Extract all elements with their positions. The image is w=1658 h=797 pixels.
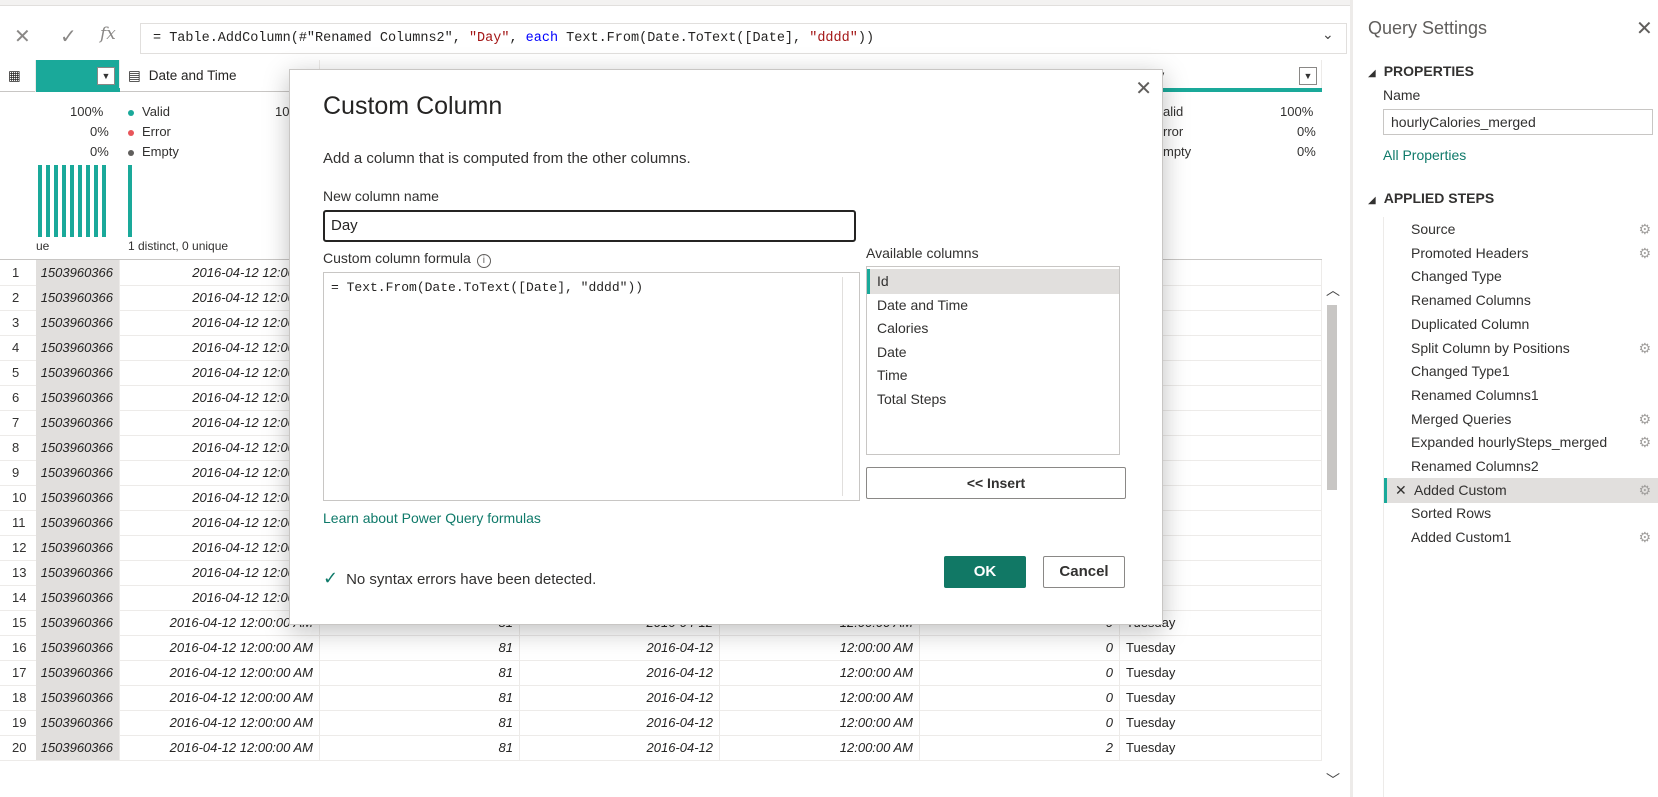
dialog-title: Custom Column: [323, 92, 503, 120]
available-columns-label: Available columns: [866, 245, 979, 261]
available-column-item[interactable]: Id: [867, 269, 1119, 294]
available-column-item[interactable]: Date: [867, 340, 1119, 365]
close-icon[interactable]: ✕: [1135, 76, 1152, 101]
new-column-name-label: New column name: [323, 188, 439, 204]
formula-editor[interactable]: = Text.From(Date.ToText([Date], "dddd")): [323, 272, 860, 501]
learn-formulas-link[interactable]: Learn about Power Query formulas: [323, 510, 541, 526]
available-column-item[interactable]: Date and Time: [867, 293, 1119, 318]
formula-label: Custom column formula i: [323, 250, 491, 268]
syntax-status: ✓ No syntax errors have been detected.: [323, 568, 596, 589]
check-icon: ✓: [323, 568, 339, 588]
available-column-item[interactable]: Calories: [867, 316, 1119, 341]
info-icon[interactable]: i: [476, 254, 491, 268]
formula-label-text: Custom column formula: [323, 250, 471, 266]
status-text: No syntax errors have been detected.: [346, 571, 597, 588]
insert-button[interactable]: << Insert: [866, 467, 1126, 499]
custom-column-dialog: ✕ Custom Column Add a column that is com…: [289, 69, 1163, 625]
editor-scrollbar[interactable]: [842, 277, 843, 496]
cancel-button[interactable]: Cancel: [1043, 556, 1125, 588]
available-column-item[interactable]: Time: [867, 363, 1119, 388]
new-column-name-input[interactable]: Day: [323, 210, 856, 242]
available-column-item[interactable]: Total Steps: [867, 387, 1119, 412]
formula-text: = Text.From(Date.ToText([Date], "dddd")): [331, 280, 644, 295]
ok-button[interactable]: OK: [944, 556, 1026, 588]
dialog-description: Add a column that is computed from the o…: [323, 150, 691, 167]
available-columns-list: Id Date and Time Calories Date Time Total Ste…: [866, 266, 1120, 455]
